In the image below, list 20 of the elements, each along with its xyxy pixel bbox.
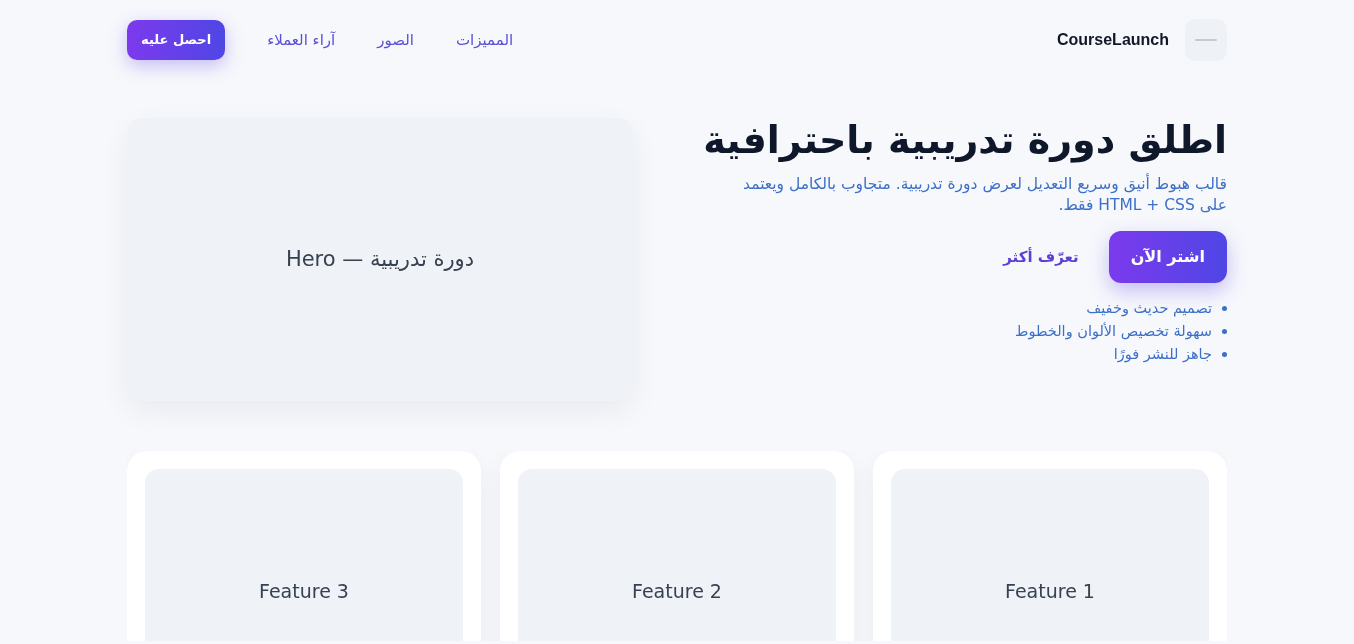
get-it-button[interactable]: احصل عليه: [127, 20, 226, 60]
placeholder-label: Feature 3: [259, 578, 349, 604]
nav-link[interactable]: الصور: [377, 28, 414, 52]
bullet-icon: [1222, 352, 1227, 358]
hero-description: قالب هبوط أنيق وسريع التعديل لعرض دورة تدريبية. متجاوب بالكامل ويعتمد على HTML + CSS فقط.: [742, 173, 1227, 216]
placeholder-label: Feature 2: [632, 578, 722, 604]
logo-icon: [1195, 38, 1217, 42]
nav-link[interactable]: المميزات: [455, 28, 514, 52]
brand-name: CourseLaunch: [1057, 30, 1169, 50]
bullet-icon: [1222, 329, 1227, 335]
feature-bullet: تصميم حديث وخفيف: [1086, 299, 1212, 319]
feature-bullet: سهولة تخصيص الألوان والخطوط: [1015, 321, 1212, 342]
hero-title: اطلق دورة تدريبية باحترافية: [707, 118, 1227, 164]
placeholder-label: Feature 1: [1005, 578, 1095, 604]
nav-link[interactable]: آراء العملاء: [267, 28, 336, 52]
placeholder-label: دورة تدريبية — Hero: [285, 245, 475, 273]
feature-bullet: جاهز للنشر فورًا: [1113, 345, 1212, 365]
bullet-icon: [1222, 306, 1227, 312]
buy-button[interactable]: اشتر الآن: [1108, 231, 1227, 284]
learn-more-link[interactable]: تعرّف أكثر: [981, 232, 1101, 283]
